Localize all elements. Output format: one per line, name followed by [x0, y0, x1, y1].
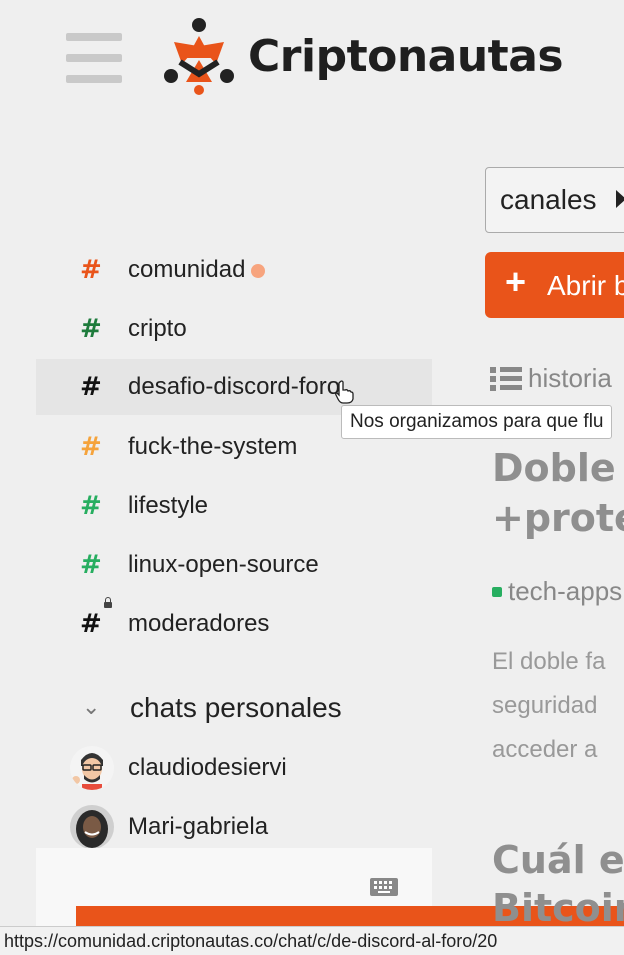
sidebar-item-label: comunidad [128, 256, 246, 283]
new-topic-button[interactable]: + Abrir b [485, 252, 624, 318]
topic-title-line[interactable]: Cuál es [492, 838, 624, 882]
status-url: https://comunidad.criptonautas.co/chat/c… [4, 931, 498, 951]
hamburger-menu-button[interactable] [66, 33, 122, 83]
history-label: historia [528, 363, 612, 393]
category-dropdown[interactable]: canales [485, 167, 624, 233]
keyboard-icon[interactable] [370, 878, 398, 896]
sidebar-item-cripto[interactable]: # cripto [36, 301, 432, 357]
browser-status-bar: https://comunidad.criptonautas.co/chat/c… [0, 926, 624, 955]
caret-right-icon [616, 190, 624, 208]
dm-item-claudiodesiervi[interactable]: claudiodesiervi [36, 740, 432, 796]
topic-title-line[interactable]: +prote [492, 496, 624, 540]
sidebar-item-label: linux-open-source [128, 551, 319, 578]
hamburger-bar [66, 33, 122, 41]
sidebar-item-label: moderadores [128, 610, 270, 637]
dm-section-header[interactable]: ⌄ chats personales [36, 684, 432, 734]
dropdown-label: canales [500, 184, 597, 215]
dm-item-mari-gabriela[interactable]: Mari-gabriela [36, 799, 432, 855]
logo-icon [164, 18, 234, 95]
sidebar-item-label: desafio-discord-foro [128, 373, 341, 400]
site-logo[interactable]: Criptonautas [160, 16, 564, 96]
dm-item-label: Mari-gabriela [128, 813, 269, 840]
dm-item-label: claudiodesiervi [128, 754, 287, 781]
sidebar-item-label: fuck-the-system [128, 433, 298, 460]
dm-section-title: chats personales [130, 692, 342, 723]
hash-icon: # [80, 550, 102, 580]
sidebar-item-moderadores[interactable]: # moderadores [36, 596, 432, 652]
chevron-down-icon[interactable]: ⌄ [82, 694, 100, 720]
history-link[interactable]: historia [490, 363, 612, 394]
topic-excerpt-line: El doble fa [492, 648, 606, 675]
hash-icon: # [80, 314, 102, 344]
plus-icon: + [505, 261, 527, 302]
channel-tooltip: Nos organizamos para que flu [341, 405, 613, 439]
avatar [70, 805, 114, 849]
sidebar-item-lifestyle[interactable]: # lifestyle [36, 478, 432, 534]
topic-category-tag[interactable]: tech-apps [492, 576, 622, 607]
topic-excerpt-line: seguridad [492, 692, 598, 719]
list-icon [490, 366, 522, 392]
topic-title-line[interactable]: Bitcoin [492, 886, 624, 930]
category-color-swatch [492, 586, 502, 597]
sidebar-item-label: cripto [128, 315, 187, 342]
sidebar-item-linux-open-source[interactable]: # linux-open-source [36, 537, 432, 593]
hamburger-bar [66, 54, 122, 62]
hash-icon: # [80, 255, 102, 285]
logo-text: Criptonautas [248, 30, 564, 82]
avatar [70, 746, 114, 790]
hash-icon: # [80, 432, 102, 462]
hash-icon: # [80, 372, 102, 402]
sidebar-item-comunidad[interactable]: # comunidad [36, 242, 432, 298]
hash-icon: # [80, 491, 102, 521]
topic-title-line[interactable]: Doble f [492, 446, 624, 490]
hand-cursor-icon [335, 380, 354, 404]
unread-indicator [251, 263, 266, 278]
sidebar-item-label: lifestyle [128, 492, 209, 519]
new-topic-button-label: Abrir b [547, 270, 624, 301]
hamburger-bar [66, 75, 122, 83]
tag-label: tech-apps [508, 576, 623, 606]
hash-icon: # [80, 609, 102, 639]
topic-excerpt-line: acceder a [492, 736, 598, 763]
lock-icon [104, 597, 112, 608]
